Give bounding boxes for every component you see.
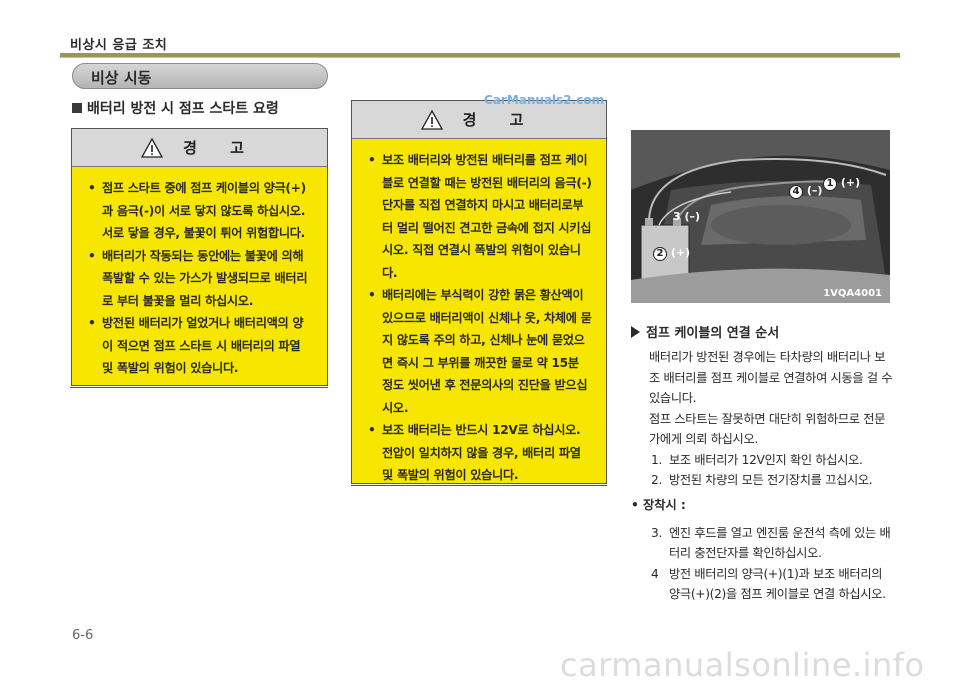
figure-code: 1VQA4001 [823, 288, 882, 299]
paragraph: 점프 스타트는 잘못하면 대단히 위험하므로 전문가에게 의뢰 하십시오. [649, 411, 886, 447]
step-item: 2. 방전된 차량의 모든 전기장치를 끄십시오. [651, 473, 873, 487]
watermark-footer: carmanualsonline.info [560, 646, 925, 684]
warning-title: 경 고 [462, 111, 538, 129]
warning-title: 경 고 [183, 139, 258, 157]
section-label-pill: 비상 시동 [72, 63, 328, 89]
square-bullet-icon [72, 103, 82, 113]
page-header-title: 비상시 응급 조치 [70, 38, 168, 53]
step-item: 4 방전 배터리의 양극(+)(1)과 보조 배터리의 양극(+)(2)을 점프 … [651, 566, 886, 602]
box-bottom-rule [351, 485, 607, 486]
warning-item: 배터리가 작동되는 동안에는 불꽃에 의해 폭발할 수 있는 가스가 발생되므로… [88, 245, 313, 313]
callout-4: 4 (–) [789, 184, 842, 199]
header-divider-thin [60, 57, 900, 58]
box-bottom-rule [70, 387, 328, 388]
triangle-arrow-icon [631, 326, 640, 338]
warning-item: 점프 스타트 중에 점프 케이블의 양극(+)과 음극(-)이 서로 닿지 않도… [88, 177, 313, 245]
right-column: 점프 케이블의 연결 순서 배터리가 방전된 경우에는 타차량의 배터리나 보조… [631, 322, 896, 605]
warning-list: 보조 배터리와 방전된 배터리를 점프 케이블로 연결할 때는 방전된 배터리의… [352, 139, 606, 487]
warning-item: 배터리에는 부식력이 강한 묽은 황산액이 있으므로 배터리액이 신체나 옷, … [368, 284, 592, 419]
callout-2: 2 (+) [653, 246, 690, 261]
engine-bay-illustration [631, 130, 890, 303]
warning-header: 경 고 [72, 129, 327, 167]
callout-3: 3 (–) [673, 210, 701, 223]
warning-item: 보조 배터리는 반드시 12V로 하십시오. 전압이 일치하지 않을 경우, 배… [368, 419, 592, 487]
warning-box-middle: 경 고 보조 배터리와 방전된 배터리를 점프 케이블로 연결할 때는 방전된 … [351, 100, 607, 484]
install-bullet: • 장착시 : [631, 497, 686, 512]
watermark-text: CarManuals2.com [484, 93, 605, 107]
warning-triangle-icon [141, 137, 164, 158]
step-item: 3. 엔진 후드를 열고 엔진룸 운전석 측에 있는 배터리 충전단자를 확인하십… [651, 525, 891, 561]
step-item: 1. 보조 배터리가 12V인지 확인 하십시오. [651, 452, 863, 467]
subheading-text: 배터리 방전 시 점프 스타트 요령 [87, 101, 279, 117]
warning-triangle-icon [420, 109, 443, 130]
warning-list: 점프 스타트 중에 점프 케이블의 양극(+)과 음극(-)이 서로 닿지 않도… [72, 167, 327, 380]
procedure-heading: 점프 케이블의 연결 순서 [631, 322, 896, 341]
page-number: 6-6 [72, 628, 94, 643]
subheading: 배터리 방전 시 점프 스타트 요령 [72, 98, 279, 118]
warning-item: 방전된 배터리가 얼었거나 배터리액의 양이 적으면 점프 스타트 시 배터리의… [88, 312, 313, 380]
warning-item: 보조 배터리와 방전된 배터리를 점프 케이블로 연결할 때는 방전된 배터리의… [368, 149, 592, 284]
jump-start-figure: 1 (+) 4 (–) 3 (–) 2 (+) 1VQA4001 [631, 130, 890, 303]
section-label: 비상 시동 [91, 69, 152, 87]
warning-box-left: 경 고 점프 스타트 중에 점프 케이블의 양극(+)과 음극(-)이 서로 닿… [71, 128, 328, 386]
paragraph: 배터리가 방전된 경우에는 타차량의 배터리나 보조 배터리를 점프 케이블로 … [649, 350, 893, 405]
